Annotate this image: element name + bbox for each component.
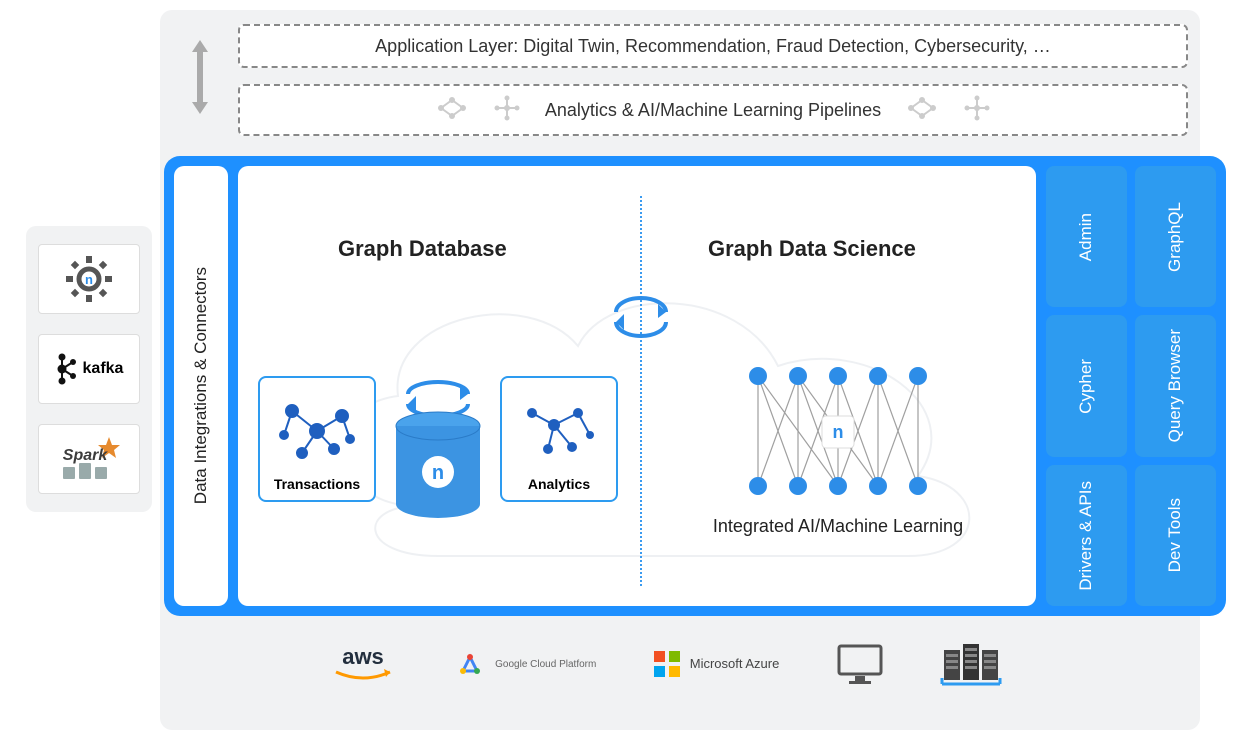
- dev-tools-tile: Dev Tools: [1135, 465, 1216, 606]
- desktop-provider: [835, 642, 885, 686]
- graph-deco-icon: [963, 94, 991, 127]
- gcp-label: Google Cloud Platform: [495, 659, 596, 670]
- analytics-label: Analytics: [528, 476, 590, 492]
- application-layer-label: Application Layer: Digital Twin, Recomme…: [375, 36, 1051, 57]
- graph-database-trio: Transactions n: [258, 376, 618, 526]
- analytics-layer-label: Analytics & AI/Machine Learning Pipeline…: [545, 100, 881, 121]
- azure-icon: [652, 649, 682, 679]
- aws-icon: aws: [328, 642, 398, 686]
- deployment-providers: aws Google Cloud Platform Microsoft Azur…: [300, 640, 1030, 688]
- cypher-tile: Cypher: [1046, 315, 1127, 456]
- gcp-provider: Google Cloud Platform: [453, 649, 596, 679]
- graph-data-science-heading: Graph Data Science: [708, 236, 916, 262]
- kafka-label: kafka: [83, 360, 124, 378]
- vertical-divider: [640, 196, 642, 586]
- gear-integration-card: n: [38, 244, 140, 314]
- database-cylinder: n: [388, 376, 488, 526]
- monitor-icon: [835, 642, 885, 686]
- analytics-card: Analytics: [500, 376, 618, 502]
- svg-text:n: n: [432, 462, 444, 484]
- analytics-graph-icon: [506, 386, 612, 476]
- svg-text:aws: aws: [342, 644, 384, 669]
- gear-icon: n: [63, 253, 115, 305]
- server-rack-icon: [940, 640, 1002, 688]
- servers-provider: [940, 640, 1002, 688]
- kafka-integration-card: kafka: [38, 334, 140, 404]
- center-pane: Graph Database Graph Data Science: [238, 166, 1036, 606]
- application-layer-box: Application Layer: Digital Twin, Recomme…: [238, 24, 1188, 68]
- neural-network-icon: n: [738, 356, 938, 511]
- drivers-apis-tile: Drivers & APIs: [1046, 465, 1127, 606]
- svg-text:n: n: [833, 422, 844, 442]
- svg-text:n: n: [85, 272, 93, 287]
- database-cylinder-icon: n: [383, 376, 493, 526]
- aws-provider: aws: [328, 642, 398, 686]
- tools-grid: Admin GraphQL Cypher Query Browser Drive…: [1046, 166, 1216, 606]
- bidirectional-arrow-icon: [182, 38, 218, 116]
- graphql-tile: GraphQL: [1135, 166, 1216, 307]
- azure-label: Microsoft Azure: [690, 657, 780, 671]
- azure-provider: Microsoft Azure: [652, 649, 780, 679]
- transactions-label: Transactions: [274, 476, 360, 492]
- query-browser-tile: Query Browser: [1135, 315, 1216, 456]
- graph-deco-icon: [493, 94, 521, 127]
- sync-icon: [606, 294, 676, 340]
- graph-deco-icon: [905, 94, 939, 127]
- external-integrations: n kafka Spark: [26, 226, 152, 512]
- gcp-icon: [453, 649, 487, 679]
- integrated-ml-label: Integrated AI/Machine Learning: [698, 516, 978, 537]
- svg-text:Spark: Spark: [63, 447, 109, 464]
- graph-database-heading: Graph Database: [338, 236, 507, 262]
- transactions-card: Transactions: [258, 376, 376, 502]
- data-integrations-strip: Data Integrations & Connectors: [174, 166, 228, 606]
- admin-tile: Admin: [1046, 166, 1127, 307]
- analytics-layer-box: Analytics & AI/Machine Learning Pipeline…: [238, 84, 1188, 136]
- kafka-icon: [55, 352, 77, 386]
- main-platform-container: Data Integrations & Connectors Graph Dat…: [164, 156, 1226, 616]
- spark-integration-card: Spark: [38, 424, 140, 494]
- data-integrations-label: Data Integrations & Connectors: [191, 267, 211, 504]
- graph-deco-icon: [435, 94, 469, 127]
- spark-icon: Spark: [55, 435, 123, 483]
- transactions-graph-icon: [264, 386, 370, 476]
